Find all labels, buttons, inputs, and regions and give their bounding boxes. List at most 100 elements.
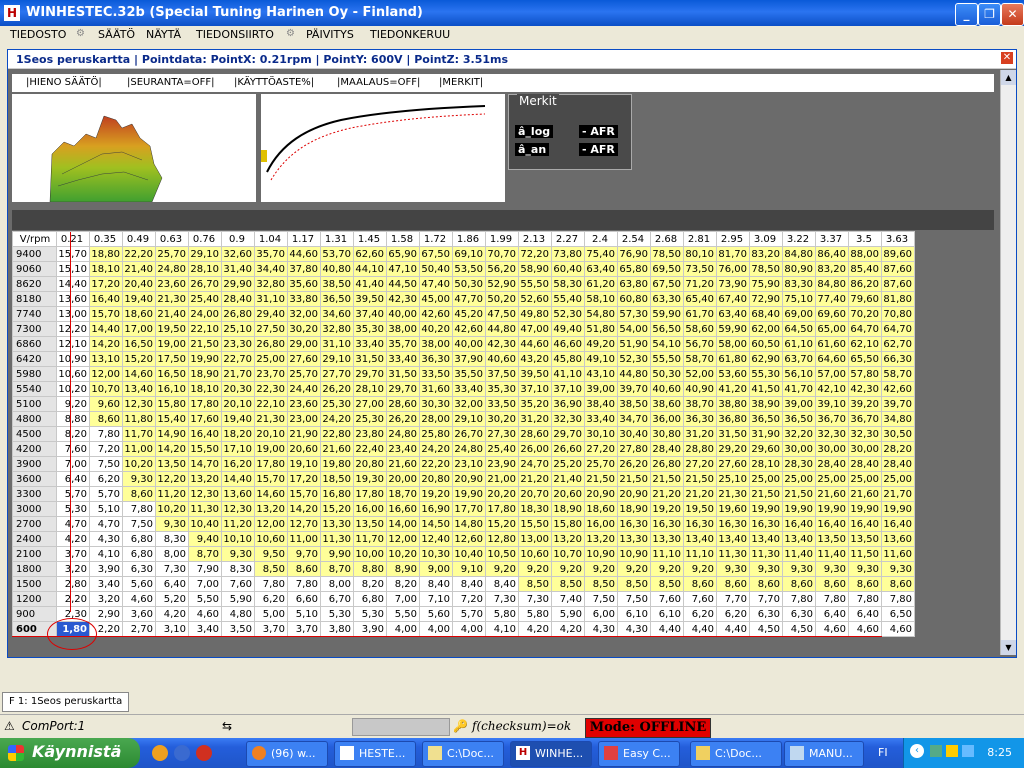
map-cell[interactable]: 14,80 bbox=[452, 516, 486, 532]
map-cell[interactable]: 28,40 bbox=[650, 441, 684, 457]
map-cell[interactable]: 10,20 bbox=[386, 546, 420, 562]
map-cell[interactable]: 6,30 bbox=[749, 606, 783, 622]
map-cell[interactable]: 13,20 bbox=[551, 531, 585, 547]
map-cell[interactable]: 72,90 bbox=[749, 291, 783, 307]
map-cell[interactable]: 26,80 bbox=[254, 336, 288, 352]
map-cell[interactable]: 17,80 bbox=[485, 501, 519, 517]
map-cell[interactable]: 37,50 bbox=[485, 366, 519, 382]
map-cell[interactable]: 64,60 bbox=[815, 351, 849, 367]
map-cell[interactable]: 30,20 bbox=[287, 321, 321, 337]
map-cell[interactable]: 29,00 bbox=[287, 336, 321, 352]
map-cell[interactable]: 58,30 bbox=[551, 276, 585, 292]
map-cell[interactable]: 3,40 bbox=[188, 621, 222, 637]
map-cell[interactable]: 36,50 bbox=[749, 411, 783, 427]
map-cell[interactable]: 2,90 bbox=[89, 606, 123, 622]
map-cell[interactable]: 58,60 bbox=[683, 321, 717, 337]
map-cell[interactable]: 11,30 bbox=[188, 501, 222, 517]
map-cell[interactable]: 45,20 bbox=[452, 306, 486, 322]
map-cell[interactable]: 14,50 bbox=[419, 516, 453, 532]
map-cell[interactable]: 36,00 bbox=[650, 411, 684, 427]
map-cell[interactable]: 38,40 bbox=[584, 396, 618, 412]
map-cell[interactable]: 12,20 bbox=[155, 471, 189, 487]
map-cell[interactable]: 10,90 bbox=[617, 546, 651, 562]
minimize-button[interactable]: _ bbox=[955, 3, 978, 26]
map-cell[interactable]: 21,50 bbox=[188, 336, 222, 352]
map-cell[interactable]: 10,60 bbox=[518, 546, 552, 562]
map-cell[interactable]: 20,10 bbox=[254, 426, 288, 442]
map-cell[interactable]: 9,20 bbox=[650, 561, 684, 577]
map-cell[interactable]: 32,00 bbox=[452, 396, 486, 412]
map-cell[interactable]: 61,10 bbox=[782, 336, 816, 352]
map-cell[interactable]: 11,80 bbox=[122, 411, 156, 427]
map-cell[interactable]: 28,80 bbox=[683, 441, 717, 457]
map-cell[interactable]: 13,40 bbox=[683, 531, 717, 547]
map-cell[interactable]: 8,70 bbox=[320, 561, 354, 577]
map-cell[interactable]: 25,00 bbox=[254, 351, 288, 367]
toolbar-markers[interactable]: |MERKIT| bbox=[439, 77, 483, 88]
map-cell[interactable]: 41,20 bbox=[716, 381, 750, 397]
map-cell[interactable]: 60,40 bbox=[551, 261, 585, 277]
map-cell[interactable]: 8,60 bbox=[848, 576, 882, 592]
map-cell[interactable]: 19,20 bbox=[650, 501, 684, 517]
map-cell[interactable]: 9,10 bbox=[452, 561, 486, 577]
map-cell[interactable]: 35,30 bbox=[353, 321, 387, 337]
map-cell[interactable]: 46,60 bbox=[551, 336, 585, 352]
map-cell[interactable]: 21,60 bbox=[848, 486, 882, 502]
map-cell[interactable]: 43,10 bbox=[584, 366, 618, 382]
map-cell[interactable]: 12,20 bbox=[56, 321, 90, 337]
row-header-voltage[interactable]: 3300 bbox=[12, 486, 57, 502]
map-cell[interactable]: 80,10 bbox=[683, 246, 717, 262]
map-cell[interactable]: 62,60 bbox=[353, 246, 387, 262]
map-cell[interactable]: 7,60 bbox=[650, 591, 684, 607]
map-cell[interactable]: 44,10 bbox=[353, 261, 387, 277]
map-cell[interactable]: 18,90 bbox=[617, 501, 651, 517]
row-header-voltage[interactable]: 4200 bbox=[12, 441, 57, 457]
map-cell[interactable]: 49,20 bbox=[584, 336, 618, 352]
map-cell[interactable]: 18,50 bbox=[320, 471, 354, 487]
map-cell[interactable]: 8,60 bbox=[122, 486, 156, 502]
map-cell[interactable]: 52,00 bbox=[683, 366, 717, 382]
map-cell[interactable]: 52,90 bbox=[485, 276, 519, 292]
map-cell[interactable]: 31,10 bbox=[254, 291, 288, 307]
map-cell[interactable]: 70,20 bbox=[848, 306, 882, 322]
map-cell[interactable]: 25,40 bbox=[188, 291, 222, 307]
map-cell[interactable]: 6,60 bbox=[287, 591, 321, 607]
map-cell[interactable]: 67,50 bbox=[419, 246, 453, 262]
map-cell[interactable]: 32,60 bbox=[221, 246, 255, 262]
map-cell[interactable]: 39,20 bbox=[848, 396, 882, 412]
map-cell[interactable]: 3,40 bbox=[89, 576, 123, 592]
map-cell[interactable]: 8,60 bbox=[683, 576, 717, 592]
map-cell[interactable]: 4,00 bbox=[452, 621, 486, 637]
map-cell[interactable]: 55,30 bbox=[749, 366, 783, 382]
column-header-rpm[interactable]: 2.4 bbox=[584, 231, 618, 247]
map-cell[interactable]: 8,00 bbox=[320, 576, 354, 592]
map-cell[interactable]: 47,50 bbox=[485, 306, 519, 322]
map-cell[interactable]: 20,60 bbox=[551, 486, 585, 502]
map-cell[interactable]: 22,10 bbox=[188, 321, 222, 337]
map-cell[interactable]: 29,90 bbox=[221, 276, 255, 292]
map-cell[interactable]: 73,90 bbox=[716, 276, 750, 292]
map-cell[interactable]: 38,00 bbox=[386, 321, 420, 337]
map-cell[interactable]: 15,20 bbox=[122, 351, 156, 367]
toolbar-paint[interactable]: |MAALAUS=OFF| bbox=[337, 77, 420, 88]
map-cell[interactable]: 6,20 bbox=[254, 591, 288, 607]
map-cell[interactable]: 12,00 bbox=[89, 366, 123, 382]
map-cell[interactable]: 56,50 bbox=[650, 321, 684, 337]
map-cell[interactable]: 56,20 bbox=[485, 261, 519, 277]
map-cell[interactable]: 3,70 bbox=[56, 546, 90, 562]
map-cell[interactable]: 7,50 bbox=[89, 456, 123, 472]
map-cell[interactable]: 26,70 bbox=[188, 276, 222, 292]
map-cell[interactable]: 49,10 bbox=[584, 351, 618, 367]
map-cell[interactable]: 17,20 bbox=[287, 471, 321, 487]
map-cell[interactable]: 17,50 bbox=[155, 351, 189, 367]
map-cell[interactable]: 15,80 bbox=[551, 516, 585, 532]
row-header-voltage[interactable]: 5100 bbox=[12, 396, 57, 412]
map-cell[interactable]: 8,60 bbox=[716, 576, 750, 592]
map-cell[interactable]: 9,30 bbox=[881, 561, 915, 577]
3d-map-graph[interactable] bbox=[12, 94, 256, 202]
map-cell[interactable]: 4,50 bbox=[782, 621, 816, 637]
map-cell[interactable]: 35,30 bbox=[485, 381, 519, 397]
map-cell[interactable]: 60,50 bbox=[749, 336, 783, 352]
map-cell[interactable]: 29,10 bbox=[188, 246, 222, 262]
map-cell[interactable]: 22,10 bbox=[254, 396, 288, 412]
